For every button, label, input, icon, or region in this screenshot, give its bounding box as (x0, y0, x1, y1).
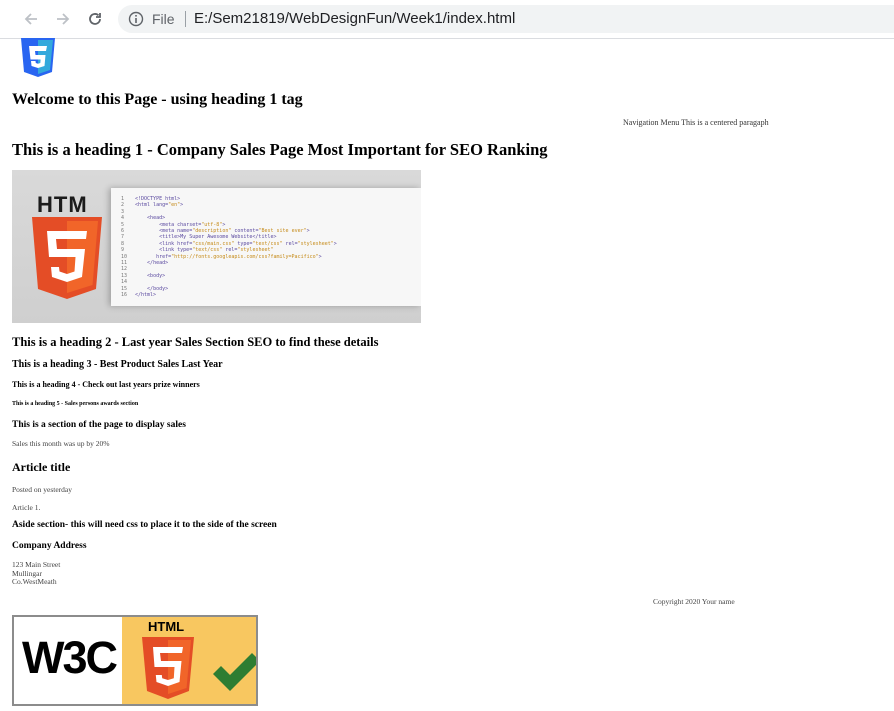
info-icon[interactable] (128, 11, 144, 27)
arrow-right-icon (57, 13, 70, 25)
reload-button[interactable] (82, 6, 108, 32)
article-body: Article 1. (12, 503, 41, 512)
back-button[interactable] (18, 6, 44, 32)
section-heading: This is a section of the page to display… (12, 420, 186, 430)
url-text[interactable]: E:/Sem21819/WebDesignFun/Week1/index.htm… (194, 10, 515, 27)
aside-heading: Aside section- this will need css to pla… (12, 520, 277, 530)
scheme-separator (185, 11, 186, 27)
w3c-logo: W3C (14, 617, 122, 704)
sales-paragraph: Sales this month was up by 20% (12, 439, 110, 448)
company-heading: This is a heading 1 - Company Sales Page… (12, 140, 548, 159)
reload-icon (89, 13, 101, 25)
htm-label: HTM (37, 192, 88, 217)
article-title: Article title (12, 460, 71, 474)
navigation-menu-text: Navigation Menu This is a centered parag… (623, 118, 769, 127)
code-sheet: 1 <!DOCTYPE html> 2 <html lang="en"> 3 4 <… (111, 188, 421, 306)
scheme-label: File (152, 11, 175, 27)
css3-logo-icon (21, 38, 55, 77)
heading-3: This is a heading 3 - Best Product Sales… (12, 359, 223, 370)
w3c-html5-validation-badge[interactable]: W3C HTML (12, 615, 258, 706)
html5-code-image: 1 <!DOCTYPE html> 2 <html lang="en"> 3 4 <… (12, 170, 421, 323)
address-bar[interactable]: File E:/Sem21819/WebDesignFun/Week1/inde… (118, 5, 894, 33)
arrow-left-icon (24, 13, 37, 25)
posted-date: Posted on yesterday (12, 485, 72, 494)
heading-4: This is a heading 4 - Check out last yea… (12, 380, 200, 389)
forward-button[interactable] (50, 6, 76, 32)
html5-shield-icon (142, 637, 194, 699)
w3c-text: W3C (22, 632, 118, 683)
checkmark-icon (213, 653, 256, 691)
html5-shield-icon (32, 217, 102, 299)
heading-5: This is a heading 5 - Sales persons awar… (12, 401, 139, 407)
code-snippet: 1 <!DOCTYPE html> 2 <html lang="en"> 3 4 <… (121, 196, 337, 299)
html5-badge-panel: HTML (122, 617, 256, 704)
html-label: HTML (148, 619, 185, 634)
page-content: Welcome to this Page - using heading 1 t… (0, 38, 894, 711)
address-line: Co.WestMeath (12, 577, 57, 586)
heading-2: This is a heading 2 - Last year Sales Se… (12, 335, 379, 349)
copyright-text: Copyright 2020 Your name (653, 597, 735, 606)
company-address: 123 Main Street Mullingar Co.WestMeath (12, 560, 60, 587)
welcome-heading: Welcome to this Page - using heading 1 t… (12, 91, 303, 108)
address-heading: Company Address (12, 541, 87, 551)
browser-toolbar: File E:/Sem21819/WebDesignFun/Week1/inde… (0, 0, 894, 39)
